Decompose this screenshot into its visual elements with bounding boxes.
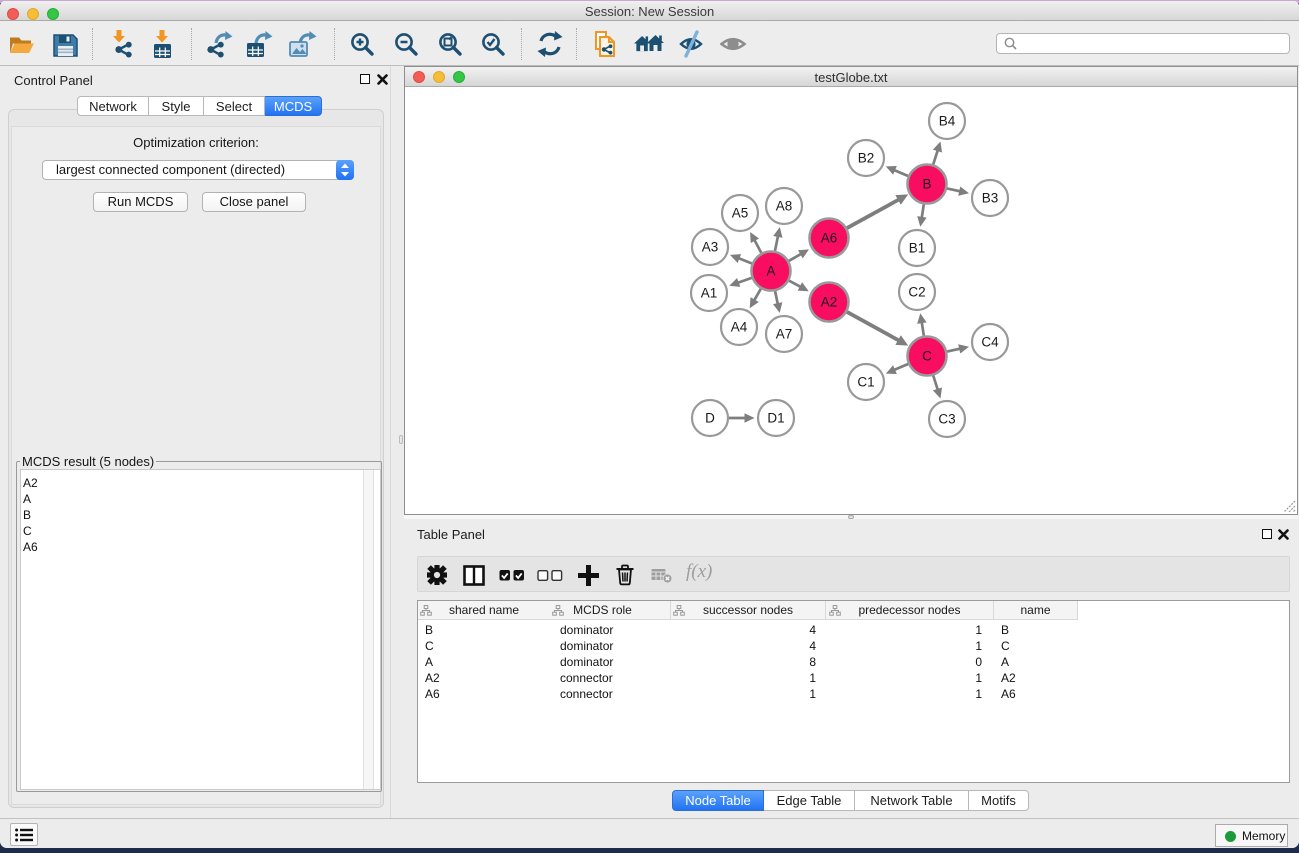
svg-text:B1: B1 xyxy=(909,241,926,256)
svg-text:A8: A8 xyxy=(776,199,793,214)
svg-text:A4: A4 xyxy=(731,320,748,335)
svg-text:D1: D1 xyxy=(767,411,784,426)
svg-text:B: B xyxy=(922,177,931,192)
svg-text:A3: A3 xyxy=(702,240,719,255)
svg-text:C4: C4 xyxy=(981,335,999,350)
svg-text:C3: C3 xyxy=(938,412,955,427)
svg-text:C: C xyxy=(922,349,932,364)
svg-text:A6: A6 xyxy=(821,231,838,246)
svg-text:D: D xyxy=(705,411,715,426)
svg-text:A7: A7 xyxy=(776,327,793,342)
svg-text:B2: B2 xyxy=(858,151,875,166)
svg-text:A: A xyxy=(766,264,775,279)
svg-text:A5: A5 xyxy=(732,206,749,221)
svg-text:A2: A2 xyxy=(821,295,838,310)
svg-text:C2: C2 xyxy=(908,285,925,300)
svg-text:C1: C1 xyxy=(857,375,874,390)
svg-text:A1: A1 xyxy=(701,286,718,301)
svg-text:B3: B3 xyxy=(982,191,999,206)
svg-text:B4: B4 xyxy=(939,114,956,129)
